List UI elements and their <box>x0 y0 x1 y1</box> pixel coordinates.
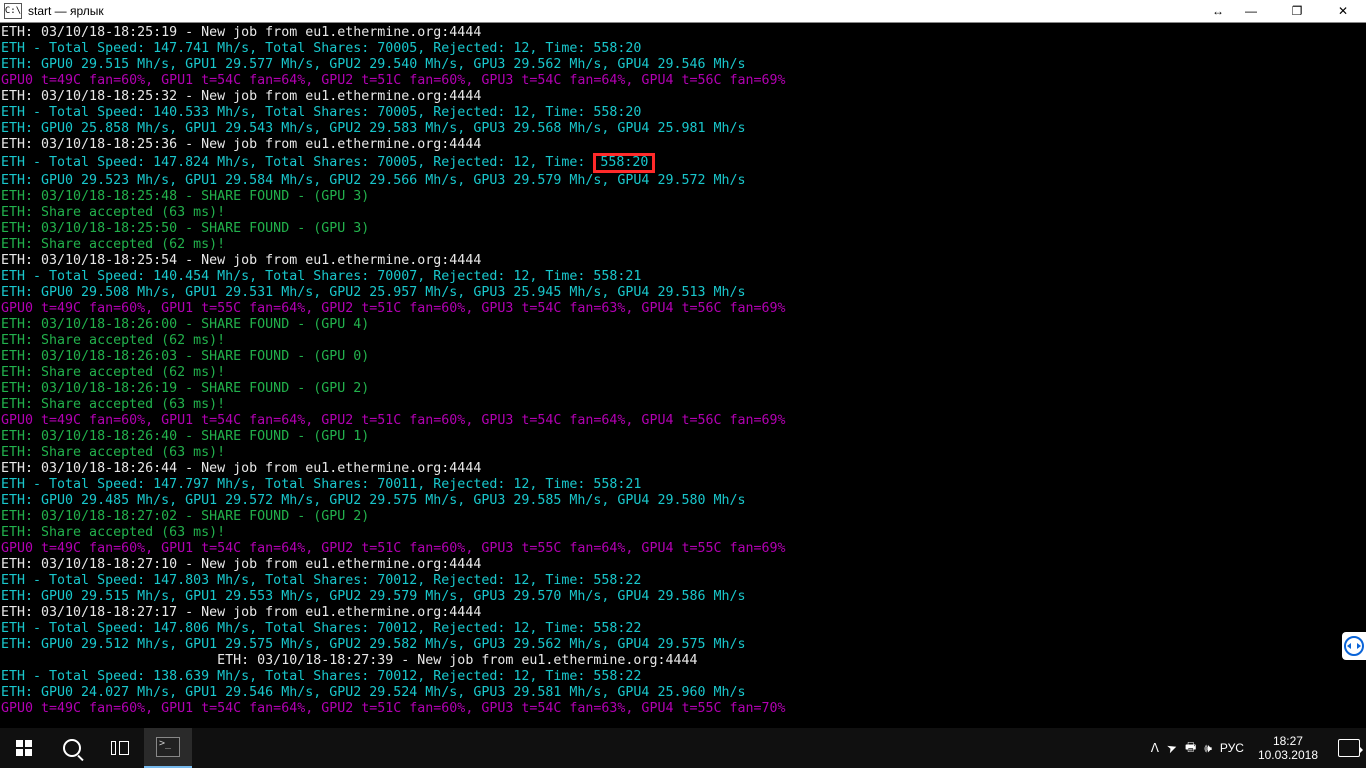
task-view-button[interactable] <box>96 728 144 768</box>
terminal-line: ETH: 03/10/18-18:26:00 - SHARE FOUND - (… <box>0 317 1366 333</box>
terminal-line: ETH: Share accepted (63 ms)! <box>0 205 1366 221</box>
terminal-line: ETH: 03/10/18-18:25:48 - SHARE FOUND - (… <box>0 189 1366 205</box>
highlighted-uptime: 558:20 <box>593 153 655 173</box>
tray-time: 18:27 <box>1258 734 1318 748</box>
terminal-line: ETH: GPU0 29.512 Mh/s, GPU1 29.575 Mh/s,… <box>0 637 1366 653</box>
system-tray: ᐱ ➤ 🖶 🕪 РУС 18:27 10.03.2018 <box>1151 734 1366 762</box>
teamviewer-badge[interactable] <box>1342 632 1366 660</box>
tray-chevron-up-icon[interactable]: ᐱ <box>1151 741 1159 755</box>
terminal-line: ETH: Share accepted (63 ms)! <box>0 397 1366 413</box>
terminal-line: ETH: 03/10/18-18:27:10 - New job from eu… <box>0 557 1366 573</box>
terminal-line: ETH: GPU0 29.515 Mh/s, GPU1 29.577 Mh/s,… <box>0 57 1366 73</box>
maximize-button[interactable]: ❐ <box>1274 0 1320 22</box>
terminal-line: ETH - Total Speed: 147.797 Mh/s, Total S… <box>0 477 1366 493</box>
terminal-line: ETH: GPU0 29.508 Mh/s, GPU1 29.531 Mh/s,… <box>0 285 1366 301</box>
terminal-line: ETH: Share accepted (63 ms)! <box>0 445 1366 461</box>
terminal-line: ETH: 03/10/18-18:27:17 - New job from eu… <box>0 605 1366 621</box>
terminal-line: ETH - Total Speed: 147.824 Mh/s, Total S… <box>0 153 1366 173</box>
tray-language[interactable]: РУС <box>1220 741 1244 755</box>
window-title: start — ярлык <box>28 4 104 18</box>
terminal-line: ETH: 03/10/18-18:25:36 - New job from eu… <box>0 137 1366 153</box>
terminal-line: ETH: GPU0 29.515 Mh/s, GPU1 29.553 Mh/s,… <box>0 589 1366 605</box>
windows-logo-icon <box>16 740 32 756</box>
teamviewer-icon <box>1344 636 1364 656</box>
task-view-icon <box>111 741 129 755</box>
terminal-line: ETH: 03/10/18-18:26:03 - SHARE FOUND - (… <box>0 349 1366 365</box>
close-button[interactable]: ✕ <box>1320 0 1366 22</box>
terminal-line: GPU0 t=49C fan=60%, GPU1 t=54C fan=64%, … <box>0 701 1366 717</box>
terminal-line: GPU0 t=49C fan=60%, GPU1 t=54C fan=64%, … <box>0 413 1366 429</box>
terminal-line: GPU0 t=49C fan=60%, GPU1 t=54C fan=64%, … <box>0 73 1366 89</box>
terminal-line: ETH: Share accepted (63 ms)! <box>0 525 1366 541</box>
cmd-icon <box>156 737 180 757</box>
tray-speaker-icon[interactable]: 🕪 <box>1204 741 1212 756</box>
window-titlebar: C:\ start — ярлык ↔ — ❐ ✕ <box>0 0 1366 23</box>
terminal-line: ETH: Share accepted (62 ms)! <box>0 365 1366 381</box>
terminal-line: ETH: GPU0 29.485 Mh/s, GPU1 29.572 Mh/s,… <box>0 493 1366 509</box>
terminal-line: ETH: 03/10/18-18:26:40 - SHARE FOUND - (… <box>0 429 1366 445</box>
search-icon <box>63 739 81 757</box>
terminal-line: ETH: Share accepted (62 ms)! <box>0 333 1366 349</box>
terminal-line: ETH: 03/10/18-18:25:32 - New job from eu… <box>0 89 1366 105</box>
terminal-line: GPU0 t=49C fan=60%, GPU1 t=55C fan=64%, … <box>0 301 1366 317</box>
search-button[interactable] <box>48 728 96 768</box>
app-icon: C:\ <box>4 3 22 19</box>
terminal-line: ETH: Share accepted (62 ms)! <box>0 237 1366 253</box>
tray-date: 10.03.2018 <box>1258 748 1318 762</box>
terminal-line: ETH: GPU0 29.523 Mh/s, GPU1 29.584 Mh/s,… <box>0 173 1366 189</box>
terminal-line: ETH: 03/10/18-18:25:54 - New job from eu… <box>0 253 1366 269</box>
minimize-button[interactable]: — <box>1228 0 1274 22</box>
terminal-line: ETH - Total Speed: 147.806 Mh/s, Total S… <box>0 621 1366 637</box>
tray-send-icon[interactable]: ➤ <box>1165 740 1179 757</box>
terminal-line: ETH: 03/10/18-18:26:44 - New job from eu… <box>0 461 1366 477</box>
resize-handle-icon[interactable]: ↔ <box>1208 4 1228 18</box>
terminal-line: ETH - Total Speed: 147.741 Mh/s, Total S… <box>0 41 1366 57</box>
terminal-line: ETH: 03/10/18-18:26:19 - SHARE FOUND - (… <box>0 381 1366 397</box>
terminal-output[interactable]: ETH: 03/10/18-18:25:19 - New job from eu… <box>0 23 1366 730</box>
taskbar: ᐱ ➤ 🖶 🕪 РУС 18:27 10.03.2018 <box>0 728 1366 768</box>
start-button[interactable] <box>0 728 48 768</box>
terminal-line: ETH: 03/10/18-18:25:50 - SHARE FOUND - (… <box>0 221 1366 237</box>
tray-printer-icon[interactable]: 🖶 <box>1185 738 1196 759</box>
terminal-line: GPU0 t=49C fan=60%, GPU1 t=54C fan=64%, … <box>0 541 1366 557</box>
terminal-line: ETH: 03/10/18-18:27:02 - SHARE FOUND - (… <box>0 509 1366 525</box>
terminal-line: ETH: 03/10/18-18:27:39 - New job from eu… <box>0 653 1366 669</box>
terminal-line: ETH - Total Speed: 140.454 Mh/s, Total S… <box>0 269 1366 285</box>
action-center-icon[interactable] <box>1338 739 1360 757</box>
terminal-line: ETH - Total Speed: 140.533 Mh/s, Total S… <box>0 105 1366 121</box>
terminal-line: ETH - Total Speed: 138.639 Mh/s, Total S… <box>0 669 1366 685</box>
terminal-line: ETH: GPU0 25.858 Mh/s, GPU1 29.543 Mh/s,… <box>0 121 1366 137</box>
taskbar-app-cmd[interactable] <box>144 728 192 768</box>
tray-clock[interactable]: 18:27 10.03.2018 <box>1252 734 1324 762</box>
terminal-line: ETH: GPU0 24.027 Mh/s, GPU1 29.546 Mh/s,… <box>0 685 1366 701</box>
terminal-line: ETH: 03/10/18-18:25:19 - New job from eu… <box>0 25 1366 41</box>
terminal-line: ETH - Total Speed: 147.803 Mh/s, Total S… <box>0 573 1366 589</box>
